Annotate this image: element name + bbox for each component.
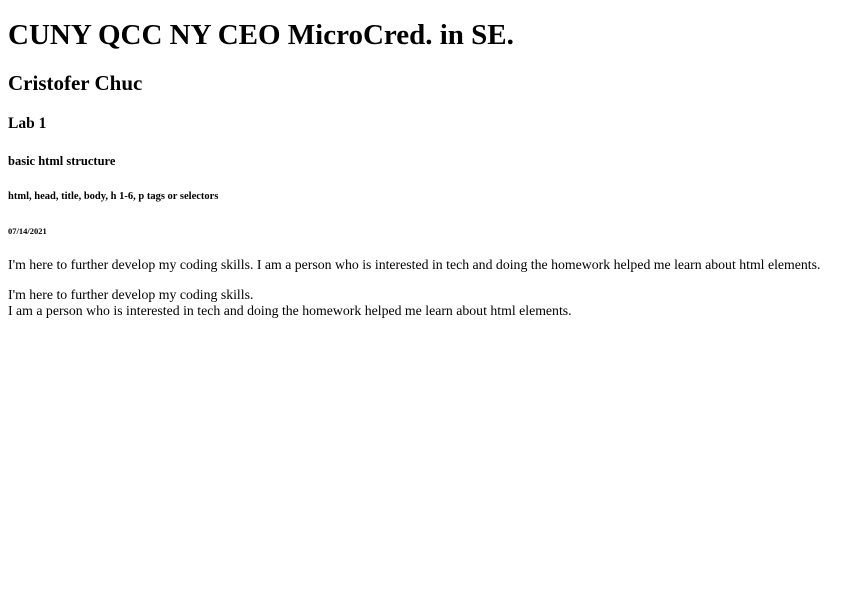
heading-level-6: 07/14/2021: [8, 226, 47, 236]
page-content: CUNY QCC NY CEO MicroCred. in SE. Cristo…: [0, 0, 844, 614]
paragraph-with-line-break: I'm here to further develop my coding sk…: [8, 287, 836, 319]
heading-level-3: Lab 1: [8, 115, 47, 132]
paragraph-line-2: I am a person who is interested in tech …: [8, 303, 572, 318]
heading-level-4: basic html structure: [8, 154, 116, 168]
heading-level-5: html, head, title, body, h 1-6, p tags o…: [8, 191, 219, 202]
paragraph-single-line: I'm here to further develop my coding sk…: [8, 257, 821, 272]
paragraph-line-1: I'm here to further develop my coding sk…: [8, 287, 254, 302]
heading-level-1: CUNY QCC NY CEO MicroCred. in SE.: [8, 19, 514, 51]
heading-level-2: Cristofer Chuc: [8, 71, 143, 95]
